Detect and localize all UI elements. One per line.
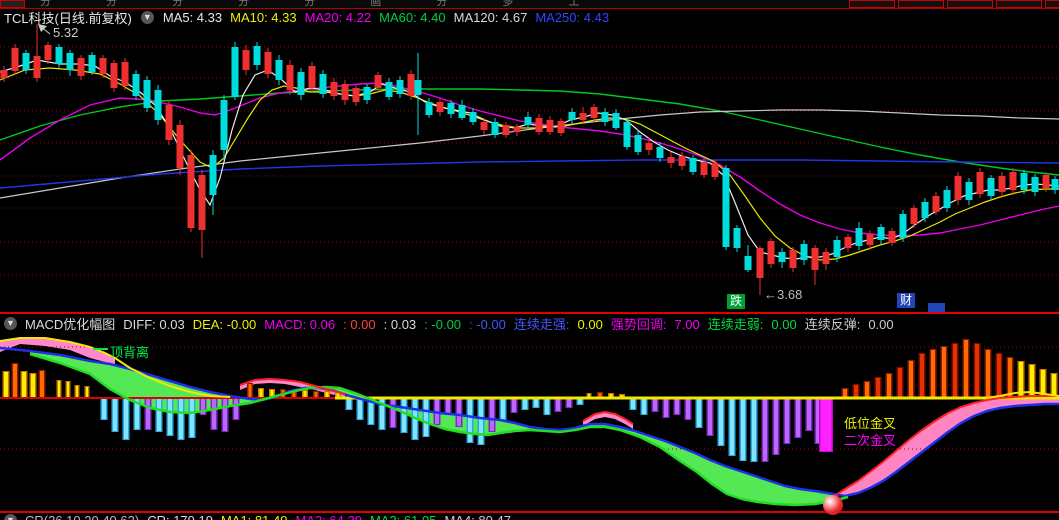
macd-header-bar: ▼ MACD优化幅图 DIFF: 0.03 DEA: -0.00 MACD: 0.0… [0, 314, 1059, 332]
cr-field: MA4: 80.47 [444, 513, 511, 520]
chevron-down-icon[interactable]: ▼ [4, 514, 17, 520]
cr-fields: CR(26,10,20,40,62) CR: 179.19 MA1: 81.49 MA… [25, 513, 519, 520]
cr-field: CR(26,10,20,40,62) [25, 513, 139, 520]
high-price-label: 5.32 [53, 25, 79, 40]
annotation-arrow-layer [38, 24, 51, 35]
macd-field: 7.00 [674, 316, 700, 332]
macd-field: 0.00 [868, 316, 894, 332]
macd-field: MACD: 0.06 [264, 316, 336, 332]
low-price-label: ←3.68 [764, 287, 803, 302]
macd-fields: DIFF: 0.03 DEA: -0.00 MACD: 0.06 : 0.00 : 0.… [123, 314, 901, 333]
macd-field: : -0.00 [469, 316, 506, 332]
macd-field: 0.00 [771, 316, 797, 332]
finance-badge: 财 [897, 293, 916, 308]
macd-field: 连续走弱: [707, 316, 764, 332]
chart-canvas[interactable] [0, 0, 1059, 520]
cr-field: MA2: 64.39 [295, 513, 362, 520]
signal-ball-icon [823, 495, 843, 515]
cr-field: CR: 179.19 [147, 513, 213, 520]
down-badge: 跌 [727, 294, 746, 309]
cr-field: MA1: 81.49 [221, 513, 288, 520]
candles-layer [0, 24, 1059, 295]
top-divergence-label: 顶背离 [110, 345, 150, 360]
chevron-down-icon[interactable]: ▼ [4, 316, 17, 330]
macd-field: 强势回调: [610, 316, 667, 332]
macd-field: 连续走强: [513, 316, 570, 332]
macd-histogram-layer [2, 339, 1058, 462]
clipped-badge [928, 303, 945, 312]
indicator-name: MACD优化幅图 [25, 316, 116, 332]
macd-field: : 0.00 [343, 316, 376, 332]
macd-field: 0.00 [577, 316, 603, 332]
second-golden-cross-label: 二次金叉 [844, 433, 897, 448]
macd-field: : 0.03 [383, 316, 417, 332]
ma-line-MA250 [0, 159, 1059, 189]
macd-field: : -0.00 [424, 316, 462, 332]
macd-field: DIFF: 0.03 [123, 316, 185, 332]
macd-field: 连续反弹: [804, 316, 861, 332]
cr-field: MA3: 61.05 [370, 513, 437, 520]
macd-field: DEA: -0.00 [192, 316, 257, 332]
trading-app-window: 分 分 分 分 分 画 分 多 工 TCL科技(日线.前复权) ▼ MA5: 4… [0, 0, 1059, 520]
cr-indicator-bar: ▼ CR(26,10,20,40,62) CR: 179.19 MA1: 81.49… [0, 513, 1059, 520]
